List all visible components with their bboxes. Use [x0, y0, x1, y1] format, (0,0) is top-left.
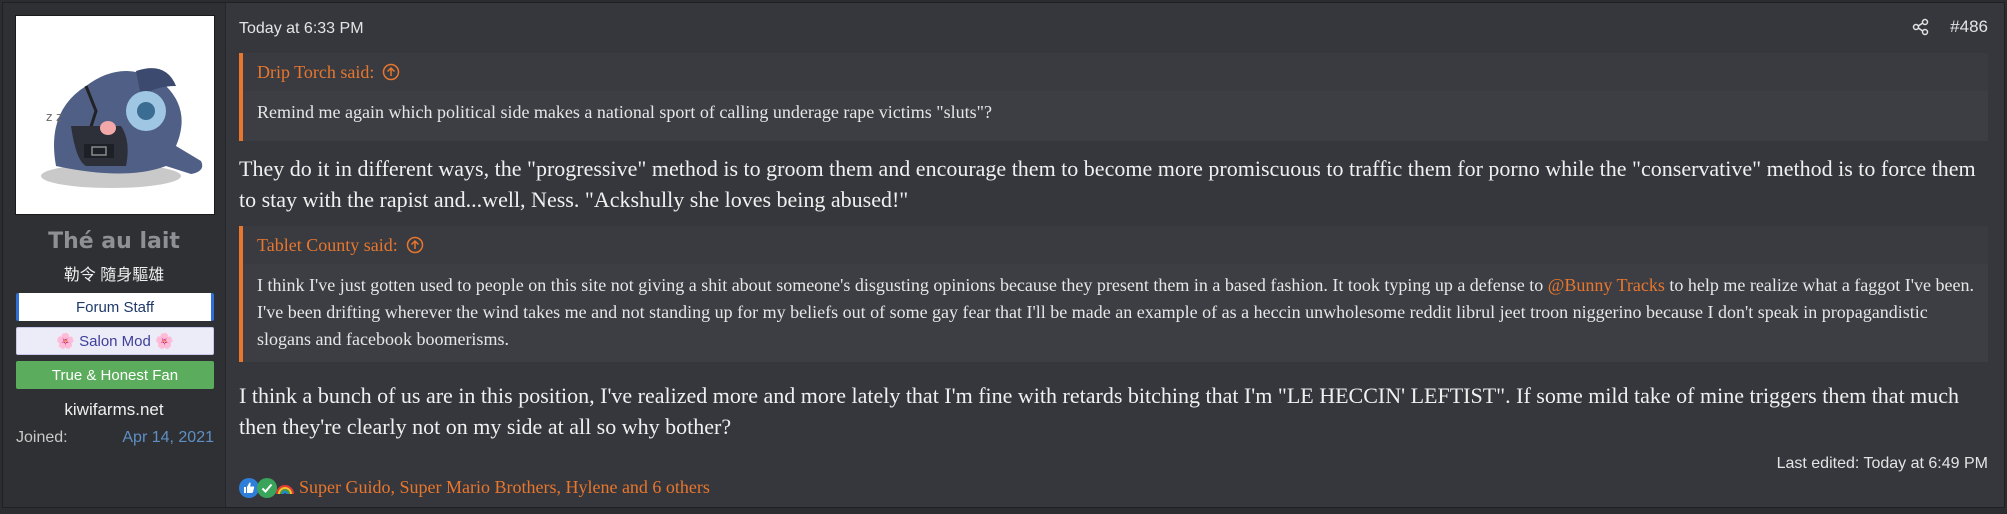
reaction-icons[interactable] — [239, 477, 295, 498]
post-date[interactable]: Today at 6:33 PM — [239, 20, 364, 38]
rainbow-icon — [275, 478, 295, 498]
banner-true-honest-fan: True & Honest Fan — [16, 361, 214, 389]
quote-block-2: Tablet County said: I think I've just go… — [239, 226, 1988, 362]
reactions-bar[interactable]: Super Guido, Super Mario Brothers, Hylen… — [239, 477, 710, 498]
checkmark-icon — [257, 477, 277, 498]
user-site: kiwifarms.net — [64, 400, 164, 419]
quote-author-link[interactable]: Drip Torch said: — [257, 62, 374, 83]
quote-text-part: I think I've just gotten used to people … — [257, 275, 1548, 295]
post-paragraph-2: I think a bunch of us are in this positi… — [239, 383, 1960, 439]
svg-text:z z: z z — [46, 110, 62, 124]
post-paragraph-1: They do it in different ways, the "progr… — [239, 156, 1976, 212]
avatar[interactable]: z z — [15, 15, 215, 215]
joined-row: Joined: Apr 14, 2021 — [16, 429, 214, 447]
quote-header: Drip Torch said: — [243, 53, 1988, 91]
quote-header: Tablet County said: — [243, 226, 1988, 264]
quote-text: I think I've just gotten used to people … — [243, 264, 1988, 361]
share-icon[interactable] — [1912, 18, 1930, 36]
avatar-image: z z — [41, 68, 203, 188]
joined-date: Apr 14, 2021 — [122, 429, 214, 446]
last-edited: Last edited: Today at 6:49 PM — [1776, 455, 1988, 472]
username[interactable]: Thé au lait — [3, 229, 225, 254]
jump-up-icon[interactable] — [382, 63, 400, 81]
mention-link[interactable]: @Bunny Tracks — [1548, 275, 1665, 295]
quote-block-1: Drip Torch said: Remind me again which p… — [239, 53, 1988, 141]
user-title: 勒令 隨身驅雄 — [63, 267, 165, 284]
post-actions: #486 — [1912, 17, 1988, 37]
banner-salon-mod: 🌸 Salon Mod 🌸 — [16, 327, 214, 355]
banner-forum-staff: Forum Staff — [16, 293, 214, 321]
user-sidebar: z z Thé au lait 勒令 隨身驅雄 Forum Staff 🌸 Sa… — [3, 3, 226, 507]
reaction-users-link[interactable]: Super Guido, Super Mario Brothers, Hylen… — [299, 477, 710, 498]
thumbs-up-icon — [239, 477, 259, 498]
quote-text: Remind me again which political side mak… — [257, 102, 992, 122]
joined-label: Joined: — [16, 429, 68, 446]
post-content: Today at 6:33 PM #486 Drip Torch said: R… — [225, 3, 2004, 507]
post-number-link[interactable]: #486 — [1950, 17, 1988, 37]
forum-post: z z Thé au lait 勒令 隨身驅雄 Forum Staff 🌸 Sa… — [2, 2, 2005, 508]
quote-author-link[interactable]: Tablet County said: — [257, 235, 398, 256]
jump-up-icon[interactable] — [406, 236, 424, 254]
